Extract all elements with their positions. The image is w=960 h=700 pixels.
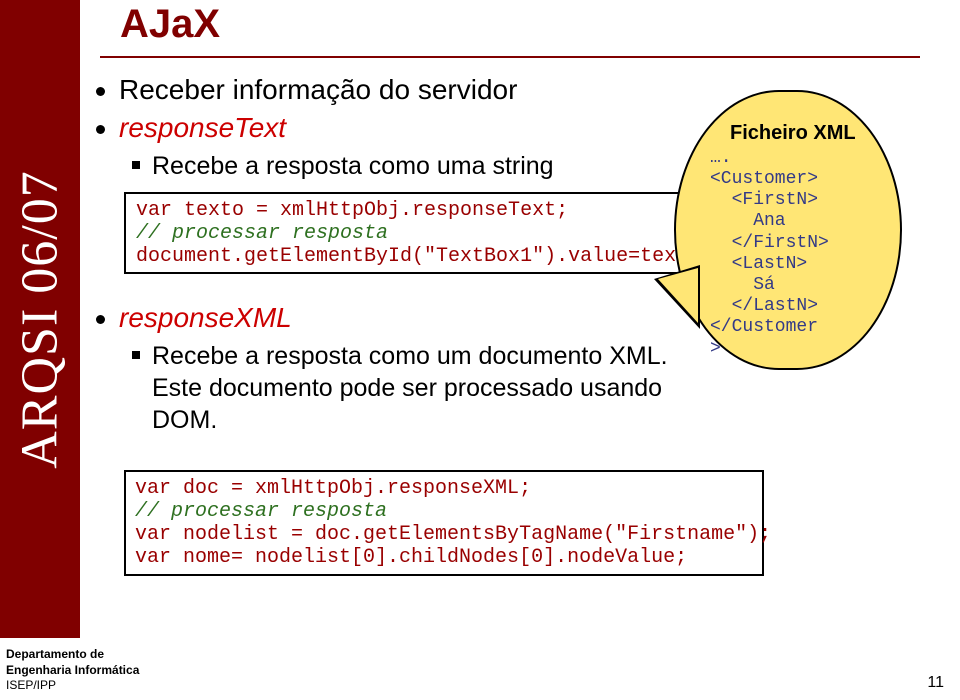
bullet-icon	[96, 315, 105, 324]
sub-bullet-responsetext-desc: Recebe a resposta como uma string	[132, 150, 656, 182]
footer-line-1: Departamento de	[6, 647, 139, 663]
bullet-responsetext: responseText	[96, 112, 656, 144]
bullet-icon	[96, 125, 105, 134]
title-underline	[100, 56, 920, 58]
bullet-icon	[132, 351, 140, 359]
code-comment: // processar resposta	[136, 222, 388, 245]
code-box-1: var texto = xmlHttpObj.responseText; // …	[124, 192, 684, 274]
sub-bullet-responsexml-desc: Recebe a resposta como um documento XML.…	[132, 340, 692, 436]
bullet-text: Recebe a resposta como um documento XML.…	[152, 340, 692, 436]
bullet-text: responseText	[119, 112, 286, 144]
page-title: AJaX	[120, 2, 220, 47]
bullet-receive-info: Receber informação do servidor	[96, 74, 656, 106]
code-line: var texto = xmlHttpObj.responseText;	[136, 199, 568, 222]
footer-line-2: Engenharia Informática	[6, 663, 139, 679]
code-line: var doc = xmlHttpObj.responseXML;	[135, 477, 531, 500]
content-area: Receber informação do servidor responseT…	[96, 74, 656, 446]
code-line: var nodelist = doc.getElementsByTagName(…	[135, 523, 771, 546]
bullet-icon	[96, 87, 105, 96]
bullet-text: Recebe a resposta como uma string	[152, 150, 554, 182]
bullet-icon	[132, 161, 140, 169]
callout-bubble: Ficheiro XML …. <Customer> <FirstN> Ana …	[674, 90, 902, 390]
bullet-text: responseXML	[119, 302, 292, 334]
bubble-xml: …. <Customer> <FirstN> Ana </FirstN> <La…	[710, 148, 884, 360]
bullet-responsexml: responseXML	[96, 302, 656, 334]
code-line: document.getElementById("TextBox1").valu…	[136, 245, 712, 268]
footer-line-3: ISEP/IPP	[6, 678, 139, 694]
page-number: 11	[927, 674, 944, 692]
footer: Departamento de Engenharia Informática I…	[6, 647, 139, 694]
left-banner: ARQSI 06/07	[0, 0, 80, 638]
bubble-body: Ficheiro XML …. <Customer> <FirstN> Ana …	[674, 90, 902, 370]
bubble-title: Ficheiro XML	[730, 122, 884, 146]
code-line: var nome= nodelist[0].childNodes[0].node…	[135, 546, 687, 569]
code-comment: // processar resposta	[135, 500, 387, 523]
slide-root: ARQSI 06/07 AJaX Receber informação do s…	[0, 0, 960, 700]
banner-text: ARQSI 06/07	[11, 170, 70, 468]
bullet-text: Receber informação do servidor	[119, 74, 517, 106]
code-box-2: var doc = xmlHttpObj.responseXML; // pro…	[124, 470, 764, 576]
